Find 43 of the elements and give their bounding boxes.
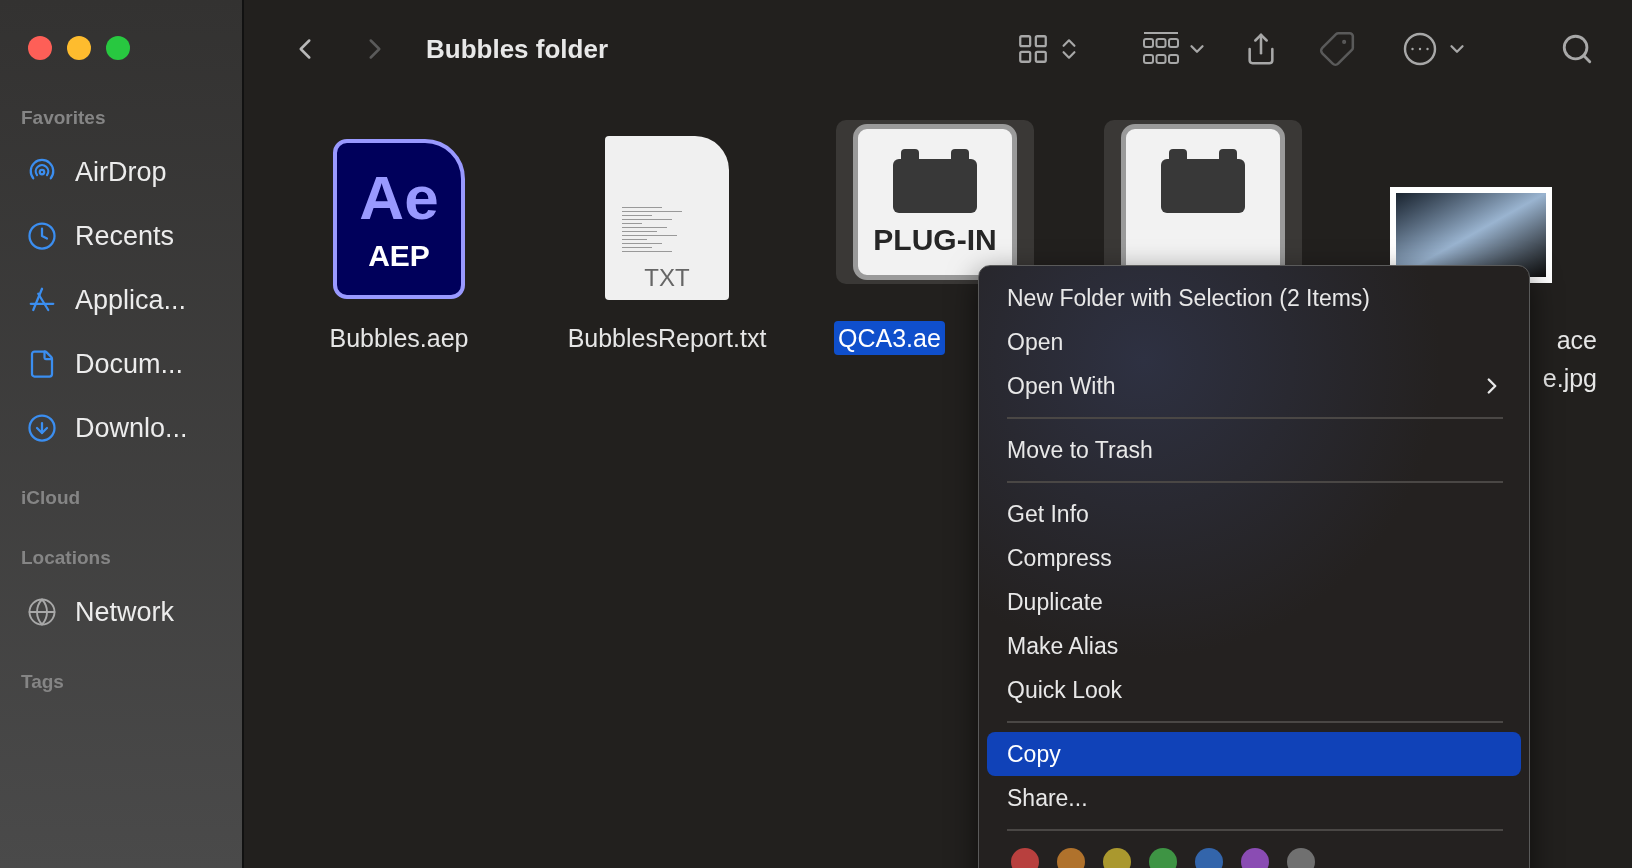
menu-item[interactable]: Move to Trash (987, 428, 1521, 472)
icon-label: PLUG-IN (873, 225, 997, 255)
sidebar-item[interactable]: Applica... (21, 268, 242, 332)
window-title: Bubbles folder (426, 32, 608, 66)
menu-item[interactable]: Share... (987, 776, 1521, 820)
download-icon (27, 413, 57, 443)
sidebar-section-title: Tags (21, 670, 65, 694)
globe-icon (27, 597, 57, 627)
sidebar-item[interactable]: Downlo... (21, 396, 242, 460)
file-name: QCA3.ae (834, 321, 945, 355)
selection-background[interactable]: PLUG-IN (836, 120, 1034, 284)
menu-item[interactable]: Open (987, 320, 1521, 364)
menu-item[interactable]: Make Alias (987, 624, 1521, 668)
zoom-button[interactable] (106, 36, 130, 60)
menu-item[interactable]: Copy (987, 732, 1521, 776)
group-icon[interactable] (1142, 31, 1180, 67)
sidebar-item[interactable]: AirDrop (21, 140, 242, 204)
file-name: ace (1556, 325, 1597, 356)
file-name: e.jpg (1542, 363, 1597, 394)
menu-item[interactable]: Compress (987, 536, 1521, 580)
file-name: Bubbles.aep (329, 323, 469, 354)
search-icon[interactable] (1560, 32, 1594, 66)
menu-item[interactable]: Quick Look (987, 668, 1521, 712)
sidebar-item[interactable]: Docum... (21, 332, 242, 396)
close-button[interactable] (28, 36, 52, 60)
file-name: BubblesReport.txt (567, 323, 767, 354)
icon-label: AEP (368, 240, 430, 271)
sidebar-section-title: Locations (21, 546, 112, 570)
clock-icon (27, 221, 57, 251)
brick-icon (1161, 149, 1245, 213)
menu-item[interactable]: Open With (987, 364, 1521, 408)
menu-item[interactable]: Duplicate (987, 580, 1521, 624)
sidebar-section-title: iCloud (21, 486, 82, 510)
more-icon[interactable] (1402, 31, 1438, 67)
menu-item[interactable]: Get Info (987, 492, 1521, 536)
sidebar-item[interactable]: Recents (21, 204, 242, 268)
sidebar-section-title: Favorites (21, 106, 107, 130)
minimize-button[interactable] (67, 36, 91, 60)
brick-icon (893, 149, 977, 213)
sidebar-item[interactable]: Network (21, 580, 242, 644)
grid-view-icon[interactable] (1016, 32, 1050, 66)
icon-text: Ae (359, 166, 439, 229)
icon-label: TXT (644, 265, 690, 290)
